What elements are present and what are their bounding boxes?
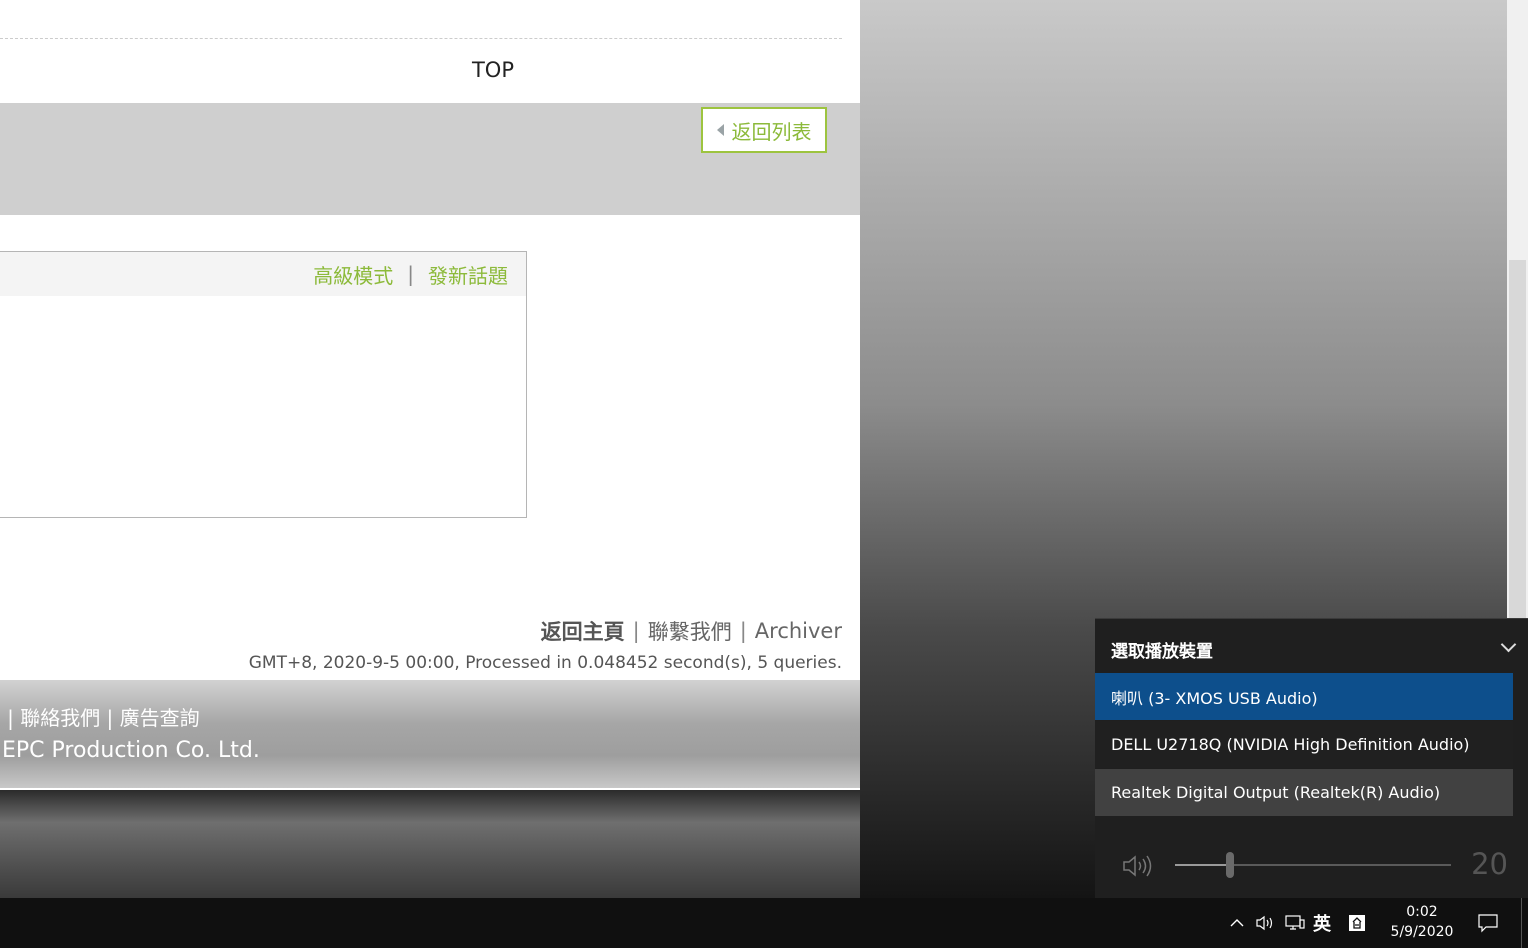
back-to-list-button[interactable]: 返回列表 (701, 107, 827, 153)
dashed-divider (0, 38, 842, 39)
clock-time: 0:02 (1406, 904, 1438, 920)
footer-separator: | (632, 619, 640, 643)
ime-mode-icon[interactable] (1344, 898, 1370, 948)
speaker-icon[interactable] (1121, 853, 1155, 879)
browser-page: TOP 返回列表 高級模式 | 發新話題 返回主頁 | 聯繫我們 | Archi… (0, 0, 860, 898)
device-option-dell[interactable]: DELL U2718Q (NVIDIA High Definition Audi… (1095, 721, 1513, 768)
playback-device-flyout: 選取播放裝置 喇叭 (3- XMOS USB Audio) DELL U2718… (1095, 618, 1528, 899)
quick-reply-box: 高級模式 | 發新話題 (0, 251, 527, 518)
new-topic-link[interactable]: 發新話題 (428, 260, 508, 289)
chevron-up-icon[interactable] (1226, 898, 1248, 948)
notification-icon[interactable] (1474, 898, 1502, 948)
device-label: DELL U2718Q (NVIDIA High Definition Audi… (1111, 735, 1470, 754)
archiver-link[interactable]: Archiver (755, 619, 842, 643)
volume-value: 20 (1471, 847, 1508, 881)
network-icon[interactable] (1282, 898, 1308, 948)
device-label: Realtek Digital Output (Realtek(R) Audio… (1111, 783, 1441, 802)
site-footer: ¦ | 聯絡我們 | 廣告查詢 EPC Production Co. Ltd. (0, 680, 860, 788)
volume-slider-thumb[interactable] (1226, 852, 1235, 878)
back-to-list-label: 返回列表 (731, 119, 812, 144)
site-copyright: EPC Production Co. Ltd. (2, 738, 260, 763)
link-separator: | (407, 262, 414, 286)
volume-slider-fill (1175, 864, 1231, 866)
footer-links: 返回主頁 | 聯繫我們 | Archiver (541, 616, 842, 646)
clock-date: 5/9/2020 (1390, 924, 1454, 940)
device-option-realtek[interactable]: Realtek Digital Output (Realtek(R) Audio… (1095, 769, 1513, 816)
show-desktop-button[interactable] (1521, 898, 1522, 948)
device-option-xmos[interactable]: 喇叭 (3- XMOS USB Audio) (1095, 673, 1513, 720)
flyout-title: 選取播放裝置 (1111, 642, 1213, 662)
system-clock[interactable]: 0:02 5/9/2020 (1384, 902, 1460, 942)
footer-processing-info: GMT+8, 2020-9-5 00:00, Processed in 0.04… (248, 653, 842, 673)
volume-tray-icon[interactable] (1252, 898, 1278, 948)
ime-indicator[interactable]: 英 (1310, 898, 1334, 948)
chevron-down-icon[interactable] (1500, 636, 1517, 653)
home-link[interactable]: 返回主頁 (541, 616, 625, 646)
site-footer-links[interactable]: ¦ | 聯絡我們 | 廣告查詢 (0, 702, 200, 731)
device-label: 喇叭 (3- XMOS USB Audio) (1111, 688, 1318, 708)
volume-slider[interactable] (1175, 852, 1451, 878)
left-arrow-icon (716, 124, 724, 136)
advanced-mode-link[interactable]: 高級模式 (313, 260, 393, 289)
footer-separator: | (739, 619, 747, 643)
top-link[interactable]: TOP (443, 58, 543, 82)
taskbar: 英 0:02 5/9/2020 (0, 898, 1528, 948)
footer-background (0, 790, 860, 898)
quick-reply-header: 高級模式 | 發新話題 (0, 252, 526, 296)
contact-link[interactable]: 聯繫我們 (648, 616, 732, 646)
